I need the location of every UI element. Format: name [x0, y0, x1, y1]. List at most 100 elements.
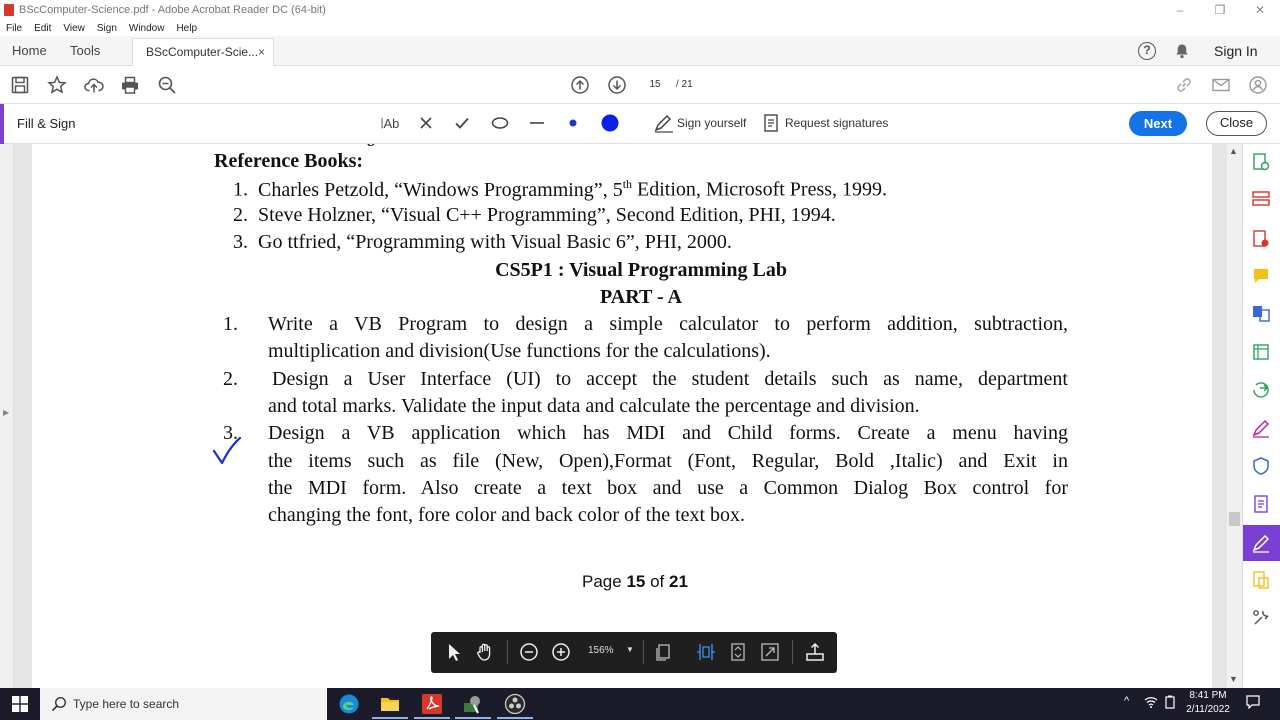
network-icon[interactable]	[1144, 695, 1158, 709]
windows-start-icon[interactable]	[12, 696, 28, 712]
zoom-search-icon[interactable]	[157, 75, 177, 95]
combine-files-tool-icon[interactable]	[1251, 303, 1271, 323]
edge-browser-icon[interactable]	[338, 693, 360, 715]
reference-text: Go ttfried, “Programming with Visual Bas…	[258, 231, 732, 253]
reference-text: Steve Holzner, “Visual C++ Programming”,…	[258, 204, 836, 226]
print-icon[interactable]	[120, 75, 140, 95]
save-icon[interactable]	[10, 75, 30, 95]
previous-page-icon[interactable]	[570, 75, 590, 95]
fill-sign-pen-tool-icon[interactable]	[1251, 418, 1271, 438]
more-tools-icon[interactable]	[1251, 608, 1271, 628]
title-bar: BScComputer-Science.pdf - Adobe Acrobat …	[0, 0, 1280, 20]
dot-tool-icon[interactable]	[564, 112, 582, 134]
upload-cloud-icon[interactable]	[84, 75, 104, 95]
sign-pen-icon[interactable]	[652, 112, 676, 134]
add-text-tool[interactable]: | Ab	[378, 112, 402, 134]
request-signatures-button[interactable]: Request signatures	[785, 112, 888, 134]
acrobat-window: BScComputer-Science.pdf - Adobe Acrobat …	[0, 0, 1280, 720]
export-pdf-tool-icon[interactable]	[1251, 152, 1271, 172]
tab-document[interactable]: BScComputer-Scie... ×	[132, 38, 274, 66]
close-button[interactable]: Close	[1206, 111, 1267, 136]
email-icon[interactable]	[1211, 75, 1231, 95]
cross-mark-icon[interactable]	[417, 112, 435, 134]
fit-width-icon[interactable]	[695, 641, 717, 663]
checkmark-tool-icon[interactable]	[453, 112, 471, 134]
menu-view[interactable]: View	[63, 23, 85, 34]
obs-taskbar-icon[interactable]	[504, 693, 526, 715]
export-tool-icon[interactable]	[1251, 380, 1271, 400]
search-icon	[51, 696, 67, 712]
page-number-input[interactable]: 15	[638, 76, 672, 94]
zoom-out-icon[interactable]	[518, 641, 540, 663]
zoom-dropdown-icon[interactable]: ▼	[626, 645, 634, 654]
explorer-running-indicator	[372, 717, 408, 719]
scrollbar-thumb[interactable]	[1229, 512, 1240, 526]
expand-left-panel-icon[interactable]: ▶	[3, 408, 9, 417]
organize-pages-tool-icon[interactable]	[1251, 189, 1271, 209]
menu-help[interactable]: Help	[176, 23, 197, 34]
page-footer: Page 15 of 21	[582, 572, 688, 592]
file-explorer-icon[interactable]	[379, 693, 401, 715]
fill-sign-active-icon[interactable]	[1251, 533, 1271, 553]
clock-date: 2/11/2022	[1186, 704, 1230, 715]
fit-page-icon[interactable]	[727, 641, 749, 663]
footer-page-number: 15	[626, 572, 646, 591]
next-page-icon[interactable]	[607, 75, 627, 95]
request-signatures-icon[interactable]	[762, 112, 780, 134]
reference-number: 2.	[233, 204, 248, 226]
sign-in-link[interactable]: Sign In	[1214, 36, 1258, 66]
system-clock[interactable]: 8:41 PM 2/11/2022	[1180, 689, 1236, 717]
tab-bar: Home Tools BScComputer-Scie... ×	[0, 36, 1280, 66]
tray-chevron-icon[interactable]: ^	[1124, 695, 1129, 707]
menu-edit[interactable]: Edit	[34, 23, 51, 34]
scroll-down-icon[interactable]: ▼	[1229, 674, 1238, 684]
line-tool-icon[interactable]	[527, 112, 547, 134]
item-line: the MDI form. Also create a text box and…	[268, 477, 1068, 499]
select-cursor-icon[interactable]	[443, 641, 465, 663]
window-title: BScComputer-Science.pdf - Adobe Acrobat …	[19, 4, 326, 16]
vertical-scrollbar[interactable]	[1227, 144, 1242, 688]
maximize-button[interactable]: ❐	[1200, 0, 1240, 20]
next-button[interactable]: Next	[1129, 111, 1187, 136]
create-pdf-tool-icon[interactable]	[1251, 229, 1271, 249]
edit-pdf-tool-icon[interactable]	[1251, 342, 1271, 362]
sign-yourself-button[interactable]: Sign yourself	[677, 112, 746, 134]
zoom-level[interactable]: 156%	[588, 645, 614, 656]
menu-sign[interactable]: Sign	[97, 23, 117, 34]
page-copy-icon[interactable]	[652, 641, 674, 663]
tab-tools[interactable]: Tools	[70, 36, 100, 66]
export-icon[interactable]	[804, 641, 826, 663]
acrobat-app-icon	[4, 4, 14, 16]
notification-bell-icon[interactable]	[1174, 43, 1190, 59]
ellipse-tool-icon[interactable]	[490, 112, 510, 134]
app-taskbar-icon[interactable]	[462, 693, 484, 715]
fill-sign-accent	[0, 104, 4, 144]
taskbar-search-placeholder[interactable]: Type here to search	[73, 688, 179, 720]
help-icon[interactable]: ?	[1138, 42, 1156, 60]
send-review-tool-icon[interactable]	[1251, 570, 1271, 590]
protect-tool-icon[interactable]	[1251, 456, 1271, 476]
tab-home[interactable]: Home	[12, 36, 47, 66]
menu-window[interactable]: Window	[129, 23, 165, 34]
bookmark-star-icon[interactable]	[47, 75, 67, 95]
lab-title: CS5P1 : Visual Programming Lab	[495, 259, 787, 281]
prepare-form-tool-icon[interactable]	[1251, 494, 1271, 514]
tab-document-label: BScComputer-Scie...	[146, 45, 259, 59]
share-link-icon[interactable]	[1174, 75, 1194, 95]
acrobat-taskbar-icon[interactable]	[421, 693, 443, 715]
comment-tool-icon[interactable]	[1251, 266, 1271, 286]
battery-icon[interactable]	[1164, 695, 1176, 709]
user-share-icon[interactable]	[1248, 75, 1268, 95]
signature-checkmark[interactable]	[212, 437, 242, 467]
color-picker-icon[interactable]	[598, 112, 622, 134]
hand-tool-icon[interactable]	[474, 641, 496, 663]
close-window-button[interactable]: ✕	[1240, 0, 1280, 20]
notifications-icon[interactable]	[1246, 695, 1260, 709]
menu-file[interactable]: File	[6, 23, 22, 34]
scroll-up-icon[interactable]: ▲	[1229, 146, 1238, 156]
full-screen-icon[interactable]	[759, 641, 781, 663]
tab-close-icon[interactable]: ×	[258, 39, 265, 65]
minimize-button[interactable]: –	[1160, 0, 1200, 20]
left-panel-collapsed[interactable]: ▶	[0, 144, 14, 688]
zoom-in-icon[interactable]	[550, 641, 572, 663]
